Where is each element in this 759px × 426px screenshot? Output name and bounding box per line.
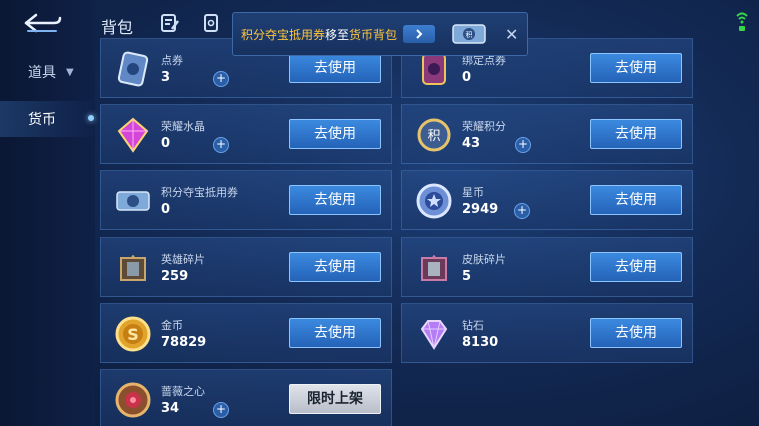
rose-heart-icon[interactable] (111, 378, 155, 422)
currency-name: 荣耀水晶 (161, 120, 205, 133)
currency-card: 荣耀水晶 0 + 去使用 (100, 104, 392, 164)
sidebar-item-label: 道具 (28, 65, 56, 81)
currency-count: 0 (462, 70, 472, 85)
lottery-voucher-icon: 积 (452, 24, 486, 44)
currency-count: 2949 (462, 202, 499, 217)
currency-count: 78829 (161, 335, 207, 350)
back-arrow-icon[interactable] (22, 10, 64, 36)
currency-count: 5 (462, 269, 472, 284)
currency-name: 英雄碎片 (161, 253, 205, 266)
currency-name: 星币 (462, 186, 484, 199)
currency-count: 0 (161, 136, 171, 151)
currency-card: 积分夺宝抵用券 0 去使用 (100, 170, 392, 230)
use-button[interactable]: 去使用 (289, 252, 381, 282)
svg-text:积: 积 (427, 129, 440, 144)
currency-card: 星币 2949 + 去使用 (401, 170, 693, 230)
sidebar-item-items[interactable]: 道具 ▼ (0, 54, 95, 90)
currency-count: 0 (161, 202, 171, 217)
sidebar-item-currency[interactable]: 货币 (0, 101, 95, 137)
currency-card: 英雄碎片 259 去使用 (100, 237, 392, 297)
currency-card: 皮肤碎片 5 去使用 (401, 237, 693, 297)
toast-target: 货币背包 (349, 27, 398, 42)
hero-fragment-icon[interactable] (111, 246, 155, 290)
sidebar-item-label: 货币 (28, 112, 56, 128)
use-button[interactable]: 去使用 (590, 53, 682, 83)
limited-time-button[interactable]: 限时上架 (289, 384, 381, 414)
add-currency-button[interactable]: + (213, 71, 229, 87)
use-button[interactable]: 去使用 (590, 318, 682, 348)
currency-count: 8130 (462, 335, 499, 350)
use-button[interactable]: 去使用 (289, 119, 381, 149)
add-currency-button[interactable]: + (213, 137, 229, 153)
chevron-right-icon[interactable] (403, 25, 436, 43)
currency-name: 金币 (161, 319, 183, 332)
currency-name: 蔷薇之心 (161, 385, 205, 398)
add-currency-button[interactable]: + (515, 137, 531, 153)
gold-coin-icon[interactable]: S (111, 312, 155, 356)
currency-count: 34 (161, 401, 180, 416)
currency-card: 积 荣耀积分 43 + 去使用 (401, 104, 693, 164)
honor-points-icon[interactable]: 积 (412, 113, 456, 157)
skin-fragment-icon[interactable] (412, 246, 456, 290)
currency-count: 3 (161, 70, 171, 85)
use-button[interactable]: 去使用 (289, 185, 381, 215)
honor-crystal-icon[interactable] (111, 113, 155, 157)
toast-text: 移至 (325, 27, 350, 42)
currency-card: 钻石 8130 去使用 (401, 303, 693, 363)
currency-name: 荣耀积分 (462, 120, 506, 133)
svg-text:S: S (127, 325, 139, 344)
use-button[interactable]: 去使用 (289, 53, 381, 83)
currency-name: 点券 (161, 54, 183, 67)
use-button[interactable]: 去使用 (590, 252, 682, 282)
coupon-card-icon[interactable] (111, 47, 155, 91)
use-button[interactable]: 去使用 (590, 185, 682, 215)
currency-name: 皮肤碎片 (462, 253, 506, 266)
use-button[interactable]: 去使用 (289, 318, 381, 348)
diamond-icon[interactable] (412, 312, 456, 356)
svg-text:积: 积 (466, 30, 473, 39)
close-icon[interactable]: ✕ (505, 25, 518, 44)
lottery-voucher-icon[interactable] (111, 179, 155, 223)
currency-count: 259 (161, 269, 189, 284)
edit-list-icon[interactable] (160, 12, 180, 34)
move-notification: 积分夺宝抵用券 移至 货币背包 积 ✕ (232, 12, 528, 56)
chevron-down-icon: ▼ (66, 66, 74, 78)
wifi-icon (736, 12, 748, 31)
tab-backpack[interactable]: 背包 (101, 14, 133, 38)
sidebar: 道具 ▼ 货币 (0, 0, 95, 426)
toast-item-name: 积分夺宝抵用券 (241, 27, 326, 42)
card-icon[interactable] (202, 12, 222, 34)
star-coin-icon[interactable] (412, 179, 456, 223)
currency-name: 积分夺宝抵用券 (161, 186, 238, 199)
currency-card: 蔷薇之心 34 + 限时上架 (100, 369, 392, 426)
use-button[interactable]: 去使用 (590, 119, 682, 149)
currency-count: 43 (462, 136, 481, 151)
currency-card: S 金币 78829 去使用 (100, 303, 392, 363)
add-currency-button[interactable]: + (514, 203, 530, 219)
currency-name: 钻石 (462, 319, 484, 332)
add-currency-button[interactable]: + (213, 402, 229, 418)
